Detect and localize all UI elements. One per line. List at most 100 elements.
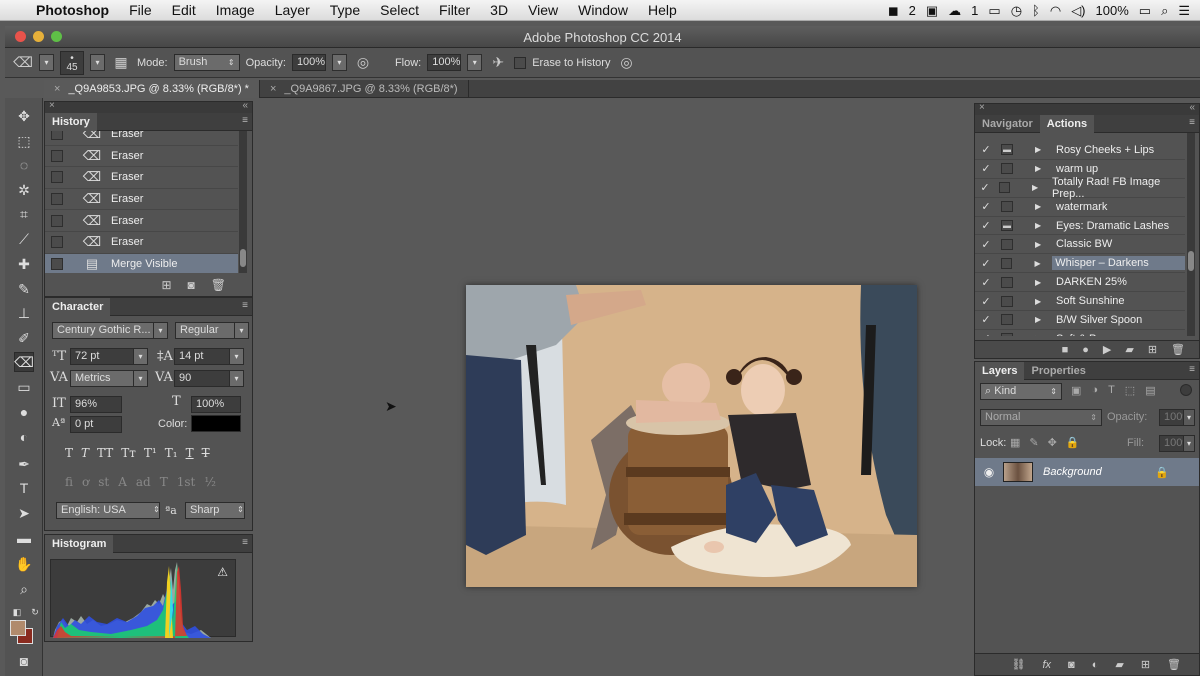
action-enabled-check-icon[interactable]: ✓	[975, 162, 997, 175]
leading-input[interactable]: 14 pt	[174, 348, 230, 365]
stamp-tool-icon[interactable]: ⊥	[14, 303, 34, 323]
filter-type-icon[interactable]: T	[1108, 384, 1115, 397]
filter-toggle[interactable]	[1180, 384, 1192, 396]
doc-tab-1[interactable]: × _Q9A9853.JPG @ 8.33% (RGB/8*) *	[44, 80, 260, 98]
tab-properties[interactable]: Properties	[1024, 362, 1092, 380]
panel-menu-icon[interactable]: ≡	[1189, 364, 1195, 375]
action-dialog-toggle[interactable]	[1001, 201, 1013, 213]
stylistic-alternates-icon[interactable]: ad	[136, 475, 151, 489]
history-brush-source-checkbox[interactable]	[51, 131, 63, 141]
volume-icon[interactable]: ◁)	[1071, 0, 1085, 21]
kerning-select[interactable]: Metrics	[70, 370, 134, 387]
notification-center-icon[interactable]: ☰	[1178, 0, 1190, 21]
rectangle-tool-icon[interactable]: ▬	[14, 528, 34, 548]
tab-navigator[interactable]: Navigator	[975, 115, 1040, 133]
tab-history[interactable]: History	[45, 112, 97, 131]
history-state-row[interactable]: ⌫ Eraser	[45, 210, 238, 232]
mode-select[interactable]: Brush ⇕	[173, 54, 240, 71]
panel-menu-icon[interactable]: ≡	[242, 300, 248, 311]
new-layer-icon[interactable]: ⊞	[1141, 658, 1150, 671]
history-state-row[interactable]: ⌫ Eraser	[45, 232, 238, 254]
action-enabled-check-icon[interactable]: ✓	[975, 332, 997, 336]
history-brush-source-checkbox[interactable]	[51, 214, 63, 227]
history-state-row[interactable]: ⌫ Eraser	[45, 167, 238, 189]
action-dialog-toggle[interactable]: ▬	[1001, 220, 1013, 231]
lock-pixels-icon[interactable]: ✎	[1029, 436, 1038, 449]
action-enabled-check-icon[interactable]: ✓	[975, 143, 997, 156]
action-dialog-toggle[interactable]	[1001, 333, 1013, 336]
action-enabled-check-icon[interactable]: ✓	[975, 276, 997, 289]
superscript-icon[interactable]: T¹	[144, 446, 157, 460]
eraser-tool-icon[interactable]: ⌫	[14, 352, 34, 372]
healing-brush-tool-icon[interactable]: ✚	[14, 254, 34, 274]
flow-dropdown[interactable]: ▾	[467, 54, 483, 71]
layer-filter-kind-select[interactable]: ⌕ Kind ⇕	[980, 383, 1062, 400]
antialias-dropdown[interactable]: ⇕	[233, 502, 248, 519]
magic-wand-tool-icon[interactable]: ✲	[14, 180, 34, 200]
action-dialog-toggle[interactable]	[1001, 163, 1013, 175]
new-group-icon[interactable]: ▰	[1115, 658, 1123, 671]
close-tab-icon[interactable]: ×	[270, 83, 276, 95]
contextual-alternates-icon[interactable]: ơ	[82, 475, 89, 489]
action-dialog-toggle[interactable]	[1001, 314, 1013, 326]
brush-size-picker[interactable]: • 45	[60, 50, 84, 75]
underline-icon[interactable]: T	[186, 446, 194, 460]
tracking-dropdown[interactable]: ▾	[229, 370, 244, 387]
layer-name[interactable]: Background	[1043, 466, 1102, 478]
time-machine-icon[interactable]: ◷	[1011, 0, 1022, 21]
gradient-tool-icon[interactable]: ▭	[14, 377, 34, 397]
action-row[interactable]: ✓ ▶ Soft Sunshine	[975, 292, 1185, 312]
history-brush-source-checkbox[interactable]	[51, 149, 63, 162]
action-row[interactable]: ✓ ▬ ▶ Rosy Cheeks + Lips	[975, 141, 1185, 160]
tab-actions[interactable]: Actions	[1039, 114, 1095, 133]
layer-opacity-input[interactable]: 100%	[1159, 409, 1192, 426]
swash-icon[interactable]: A	[118, 475, 127, 489]
tab-layers[interactable]: Layers	[975, 361, 1025, 380]
standard-ligatures-icon[interactable]: fi	[65, 475, 73, 489]
airplay-icon[interactable]: ▭	[988, 0, 1000, 21]
text-color-swatch[interactable]	[191, 415, 241, 432]
expand-triangle-icon[interactable]: ▶	[1035, 202, 1045, 211]
action-row[interactable]: ✓ ▬ ▶ Eyes: Dramatic Lashes	[975, 217, 1185, 236]
horizontal-scale-input[interactable]: 100%	[191, 396, 241, 413]
actions-scroll-thumb[interactable]	[1188, 251, 1194, 271]
path-selection-tool-icon[interactable]: ➤	[14, 503, 34, 523]
faux-bold-icon[interactable]: T	[65, 446, 73, 460]
doc-tab-2[interactable]: × _Q9A9867.JPG @ 8.33% (RGB/8*)	[260, 80, 469, 98]
collapse-panel-icon[interactable]: «	[1189, 102, 1195, 113]
battery-percent[interactable]: 100%	[1096, 0, 1129, 21]
filter-adjustment-icon[interactable]: ◑	[1091, 384, 1098, 397]
action-dialog-toggle[interactable]	[1001, 295, 1013, 307]
display-icon[interactable]: ▣	[926, 0, 938, 21]
leading-dropdown[interactable]: ▾	[229, 348, 244, 365]
erase-to-history-checkbox[interactable]	[514, 56, 527, 69]
adjustment-layer-icon[interactable]: ◐	[1092, 659, 1099, 671]
default-colors-icon[interactable]: ◧	[7, 602, 27, 622]
font-family-dropdown[interactable]: ▾	[153, 322, 168, 339]
history-state-row[interactable]: ⌫ Eraser	[45, 146, 238, 168]
panel-menu-icon[interactable]: ≡	[242, 115, 248, 126]
expand-triangle-icon[interactable]: ▶	[1035, 221, 1045, 230]
battery-icon[interactable]: ▭	[1139, 0, 1151, 21]
menu-3d[interactable]: 3D	[480, 0, 518, 21]
flow-input[interactable]: 100%	[427, 54, 462, 71]
menu-view[interactable]: View	[518, 0, 568, 21]
creative-cloud-icon[interactable]: ☁	[948, 0, 961, 21]
snapshot-camera-icon[interactable]: ◙	[188, 278, 195, 292]
airbrush-icon[interactable]: ✈	[488, 53, 508, 73]
history-state-row[interactable]: ▤ Merge Visible	[45, 253, 238, 273]
brush-panel-toggle-icon[interactable]: ▦	[111, 53, 131, 73]
lock-transparency-icon[interactable]: ▦	[1010, 436, 1020, 449]
brush-picker-dropdown[interactable]: ▾	[90, 54, 105, 71]
badge-count[interactable]: 2	[909, 0, 916, 21]
cloud-count[interactable]: 1	[971, 0, 978, 21]
visibility-eye-icon[interactable]: ◉	[975, 465, 1003, 479]
eraser-tool-preset-icon[interactable]: ⌫	[13, 53, 33, 73]
delete-action-icon[interactable]: 🗑	[1171, 343, 1185, 356]
baseline-shift-input[interactable]: 0 pt	[70, 416, 122, 433]
ordinals-icon[interactable]: 1st	[177, 475, 196, 489]
hand-tool-icon[interactable]: ✋	[14, 554, 34, 574]
adobe-icon[interactable]: ◼	[888, 0, 899, 21]
font-size-input[interactable]: 72 pt	[70, 348, 134, 365]
action-row[interactable]: ✓ ▶ Whisper – Darkens	[975, 254, 1185, 274]
